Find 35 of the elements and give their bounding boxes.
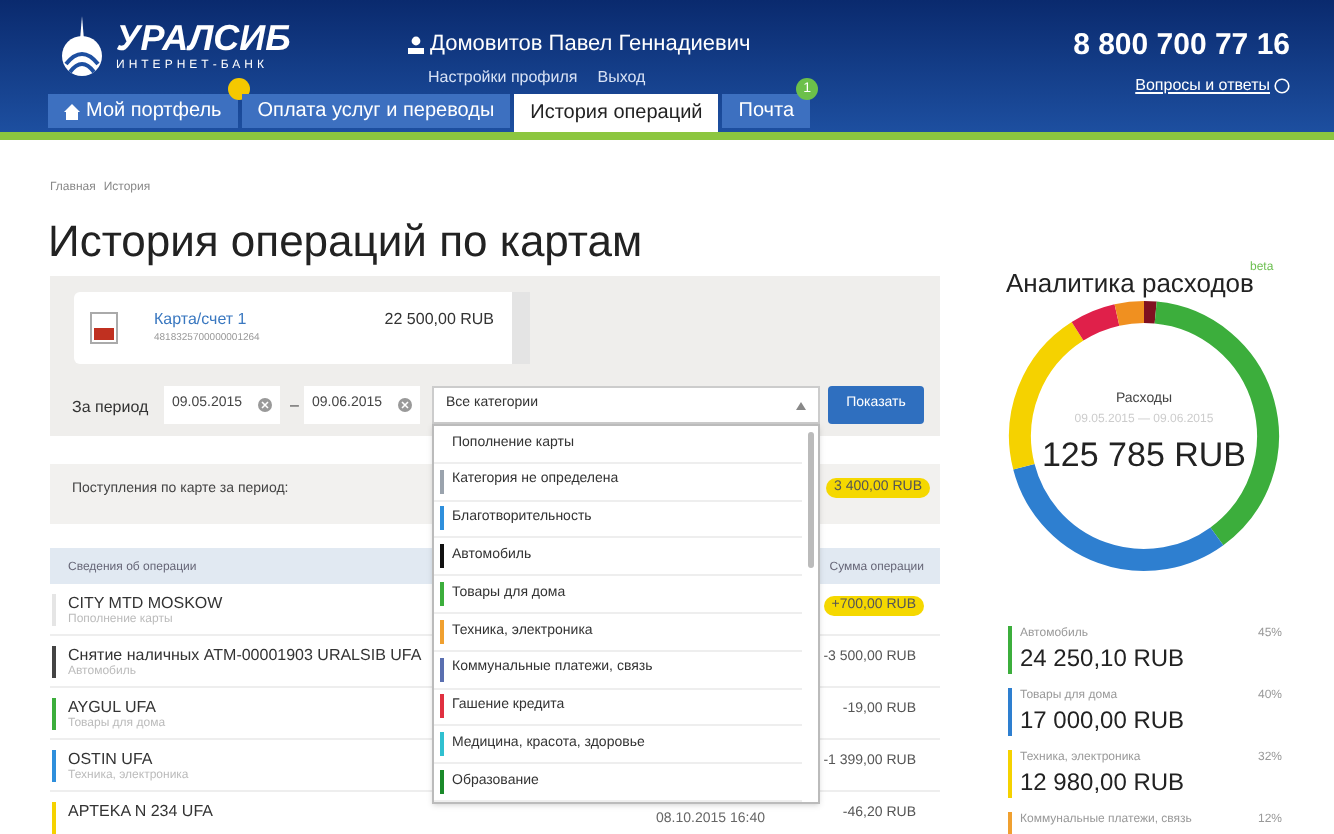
operation-name: AYGUL UFA [68,696,157,717]
operation-name: OSTIN UFA [68,748,153,769]
card-balance: 22 500,00 RUB [384,308,494,333]
phone-number: 8 800 700 77 16 [1073,26,1290,66]
scrollbar [808,432,814,568]
faq-link[interactable]: Вопросы и ответы [1135,73,1270,97]
analytics-title: Аналитика расходов [1006,268,1254,302]
legend-amount: 12 980,00 RUB [1020,766,1185,800]
help-icon [1274,77,1290,93]
profile-link[interactable]: Настройки профиля [428,65,578,89]
range-dash: – [290,394,299,418]
card-scrollbar[interactable] [512,292,530,364]
card-icon [90,312,118,344]
home-icon [64,103,80,119]
brand-name: УРАЛСИБ [116,18,291,58]
operation-name: APTEKA N 234 UFA [68,800,213,824]
user-icon [408,35,424,54]
profile-link[interactable]: Выход [597,65,646,89]
period-label: За период [72,396,149,420]
user-name: Домовитов Павел Геннадиевич [430,30,751,60]
card-name-link[interactable]: Карта/счет 1 [154,308,247,333]
nav-tab[interactable]: Мой портфель [48,94,238,128]
nav-tab[interactable]: История операций [514,94,719,132]
legend-amount: 17 000,00 RUB [1020,704,1185,738]
clear-icon [258,398,272,412]
clear-icon [398,398,412,412]
page-title: История операций по картам [48,214,643,270]
caret-icon [796,401,806,409]
nav-tab[interactable]: Почта [722,94,811,128]
nav-tab[interactable]: Оплата услуг и переводы [241,94,511,128]
logo-icon [56,16,108,76]
operation-name: Снятие наличных ATM-00001903 URALSIB UFA [68,644,422,665]
operation-name: CITY MTD MOSKOW [68,592,223,613]
expenses-total: 125 785 RUB [1041,433,1247,477]
legend-amount: 24 250,10 RUB [1020,642,1185,676]
